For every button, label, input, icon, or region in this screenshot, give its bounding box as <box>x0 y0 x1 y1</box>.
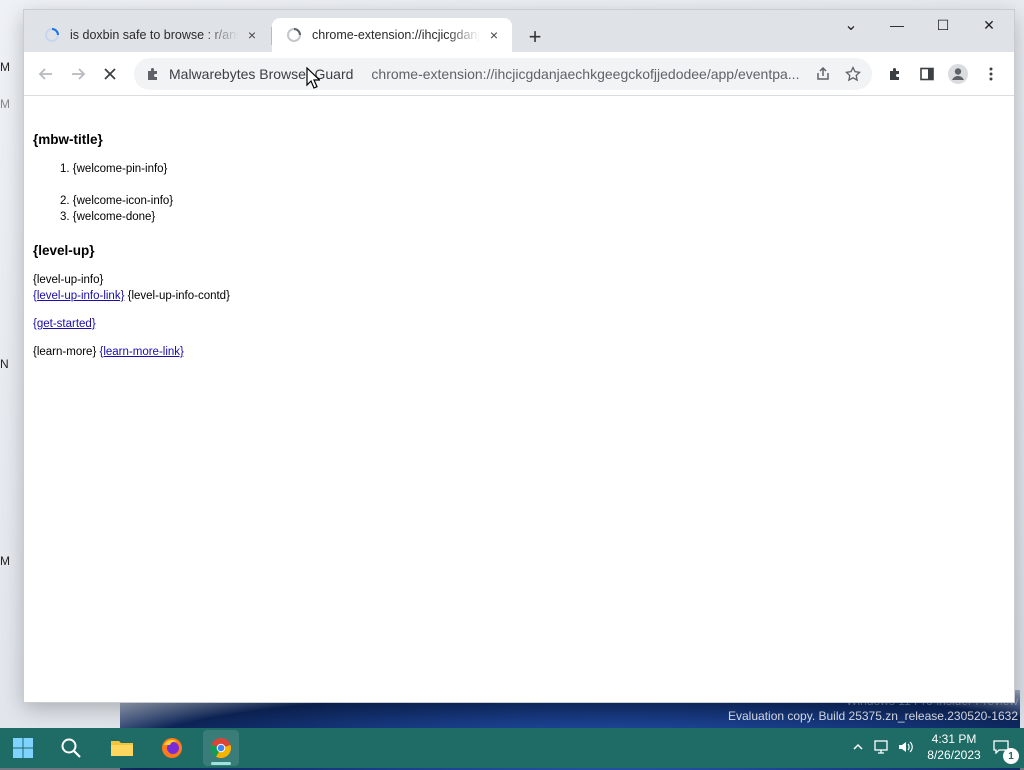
chrome-window: is doxbin safe to browse : r/antivirus ×… <box>24 10 1014 702</box>
tab-title: is doxbin safe to browse : r/antivirus <box>70 28 238 42</box>
extension-name-chip: Malwarebytes Browser Guard <box>169 66 354 82</box>
chrome-icon <box>210 738 231 759</box>
desktop-icon-label[interactable]: M <box>0 554 16 568</box>
stop-loading-button[interactable] <box>96 60 124 88</box>
taskbar-search-button[interactable] <box>53 730 89 766</box>
search-icon <box>61 738 81 758</box>
tab-strip: is doxbin safe to browse : r/antivirus ×… <box>24 10 1014 52</box>
tab-extension-page[interactable]: chrome-extension://ihcjicgdanjaechkgeegc… <box>272 18 512 52</box>
taskbar-clock[interactable]: 4:31 PM 8/26/2023 <box>924 731 984 763</box>
back-button[interactable] <box>32 60 60 88</box>
firefox-button[interactable] <box>154 730 190 766</box>
tab-search-dropdown-icon[interactable]: ⌄ <box>828 10 874 40</box>
page-content: {mbw-title} 1. {welcome-pin-info} 2. {we… <box>24 97 1014 702</box>
puzzle-piece-icon <box>148 68 157 80</box>
kebab-menu-icon[interactable] <box>979 62 1003 86</box>
loading-spinner-icon <box>287 28 301 42</box>
taskbar: 4:31 PM 8/26/2023 <box>0 728 1024 768</box>
get-started-line: {get-started} <box>33 318 96 330</box>
level-up-info-contd: {level-up-info-contd} <box>127 290 230 302</box>
welcome-step: 3. {welcome-done} <box>60 211 156 223</box>
tab-close-icon[interactable]: × <box>486 27 502 43</box>
share-icon[interactable] <box>813 64 833 84</box>
watermark-build: Evaluation copy. Build 25375.zn_release.… <box>728 709 1018 723</box>
volume-icon[interactable] <box>897 738 915 756</box>
forward-button[interactable] <box>64 60 92 88</box>
new-tab-button[interactable]: + <box>522 24 548 50</box>
url-text[interactable]: chrome-extension://ihcjicgdanjaechkgeegc… <box>371 66 805 82</box>
mouse-pointer-icon <box>306 67 320 89</box>
page-title: {mbw-title} <box>33 132 103 147</box>
start-button[interactable] <box>5 730 41 766</box>
notification-count-badge: 1 <box>1003 748 1019 764</box>
level-up-heading: {level-up} <box>33 243 95 258</box>
chrome-button[interactable] <box>203 730 239 766</box>
welcome-step: 2. {welcome-icon-info} <box>60 195 174 207</box>
level-up-line: {level-up-info-link} {level-up-info-cont… <box>33 290 230 302</box>
level-up-info: {level-up-info} <box>33 274 104 286</box>
welcome-step: 1. {welcome-pin-info} <box>60 163 168 175</box>
desktop-icon-label[interactable]: M <box>0 60 16 74</box>
tab-title: chrome-extension://ihcjicgdanjaechkgeegc… <box>312 28 480 42</box>
firefox-icon <box>162 738 182 758</box>
arrow-right-icon <box>72 68 86 80</box>
clock-time: 4:31 PM <box>931 732 977 746</box>
show-hidden-icons-chevron-icon[interactable] <box>849 738 867 756</box>
tab-close-icon[interactable]: × <box>244 27 260 43</box>
desktop-icon-label[interactable]: M <box>0 97 16 111</box>
get-started-link[interactable]: {get-started} <box>33 318 96 330</box>
learn-more-text: {learn-more} <box>33 346 97 358</box>
learn-more-link[interactable]: {learn-more-link} <box>100 346 184 358</box>
profile-avatar-icon[interactable] <box>946 62 970 86</box>
maximize-button[interactable]: ☐ <box>920 10 966 40</box>
toolbar: Malwarebytes Browser Guard chrome-extens… <box>24 52 1014 96</box>
folder-icon <box>111 741 133 756</box>
level-up-info-link[interactable]: {level-up-info-link} <box>33 290 124 302</box>
file-explorer-button[interactable] <box>104 730 140 766</box>
extensions-puzzle-icon[interactable] <box>883 62 907 86</box>
desktop-icon-label[interactable]: N <box>0 357 16 371</box>
arrow-left-icon <box>38 68 52 80</box>
tab-reddit[interactable]: is doxbin safe to browse : r/antivirus × <box>30 18 270 52</box>
windows-logo-icon <box>13 738 33 758</box>
learn-more-line: {learn-more} {learn-more-link} <box>33 346 184 358</box>
clock-date: 8/26/2023 <box>927 748 981 762</box>
minimize-button[interactable]: — <box>874 10 920 40</box>
close-icon <box>104 68 116 80</box>
address-bar[interactable]: Malwarebytes Browser Guard chrome-extens… <box>134 58 872 90</box>
bookmark-star-icon[interactable] <box>843 64 863 84</box>
close-window-button[interactable]: ✕ <box>966 10 1012 40</box>
side-panel-icon[interactable] <box>915 62 939 86</box>
network-icon[interactable] <box>873 738 891 756</box>
loading-spinner-icon <box>45 28 59 42</box>
